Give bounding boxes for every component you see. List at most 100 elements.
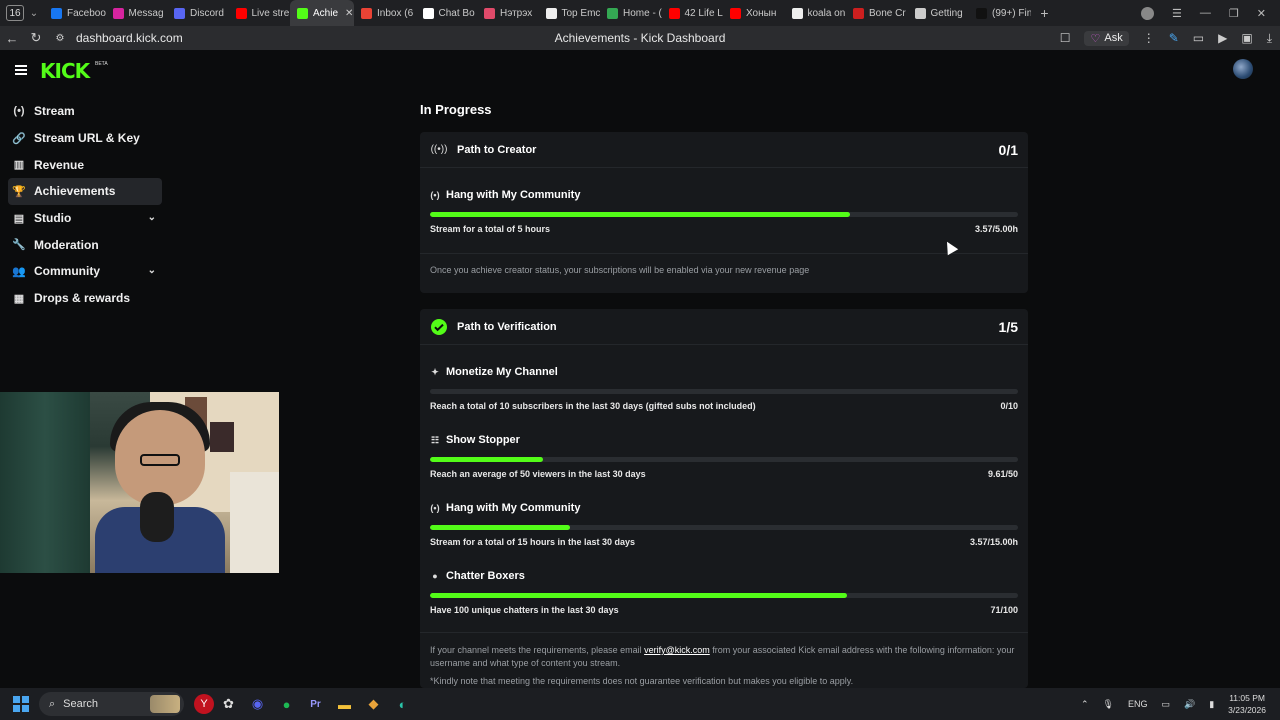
browser-tab[interactable]: Chat Bo [416,0,478,26]
back-button[interactable]: ← [0,31,24,46]
game-launcher-icon[interactable]: ◆ [359,692,388,716]
reload-button[interactable]: ↻ [24,30,48,46]
webcam-overlay [0,392,279,573]
spotify-icon[interactable]: ● [272,692,301,716]
search-icon: ⌕ [49,697,56,710]
close-window-button[interactable]: ✕ [1257,7,1266,20]
language-indicator[interactable]: ENG [1128,699,1148,709]
minimize-button[interactable]: — [1200,7,1211,19]
close-tab-icon[interactable]: ✕ [345,8,353,19]
task-progress-value: 71/100 [990,605,1018,615]
hamburger-menu-icon[interactable] [15,65,27,75]
browser-tab-label: Bone Cr [869,7,906,19]
discord-icon[interactable]: ◉ [243,692,272,716]
bookmark-icon[interactable]: ☐ [1060,31,1071,45]
taskbar-search[interactable]: ⌕ Search [39,692,184,716]
sidebar-item-stream[interactable]: (•) Stream [8,98,162,125]
start-button[interactable] [13,696,29,712]
browser-tab-label: Нэтрэх [500,7,533,19]
browser-tab-label: Top Emc [561,7,601,19]
new-tab-button[interactable]: + [1037,5,1053,21]
more-options-icon[interactable]: ⋮ [1143,31,1155,45]
url-field[interactable]: dashboard.kick.com [76,31,183,45]
browser-tab[interactable]: Top Emc [539,0,601,26]
browser-tab[interactable]: koala on [785,0,847,26]
verification-task: ☷ Show Stopper Reach an average of 50 view… [420,430,1028,479]
creator-task-desc: Stream for a total of 5 hours [430,224,551,234]
verification-disclaimer: *Kindly note that meeting the requiremen… [430,676,854,686]
task-progress-value: 0/10 [1000,401,1018,411]
sidebar-item-label: Stream [34,104,75,119]
browser-tab-label: Хонын [746,7,777,19]
sidebar-item-label: Moderation [34,237,99,252]
chevron-down-icon[interactable]: ⌄ [148,212,156,223]
chevron-down-icon[interactable]: ⌄ [148,265,156,276]
tray-overflow-icon[interactable]: ⌃ [1081,699,1089,710]
browser-tab[interactable]: Нэтрэх [477,0,539,26]
browser-tab-label: koala on [807,7,846,19]
sidebar-item-community[interactable]: 👥 Community ⌄ [8,258,162,285]
browser-tab[interactable]: Achie ✕ [290,0,354,26]
tab-count-badge[interactable]: 16 [6,5,24,21]
edge-icon[interactable]: ◐ [388,692,417,716]
network-icon[interactable]: ▭ [1161,699,1170,710]
restore-button[interactable]: ❐ [1229,7,1239,20]
favicon-icon [484,7,495,19]
browser-tab-label: Achie [313,7,339,19]
volume-icon[interactable]: 🔊 [1184,699,1195,710]
browser-tab[interactable]: Хонын [723,0,785,26]
tab-menu-chevron-icon[interactable]: ⌄ [24,8,44,19]
battery-icon[interactable]: ▮ [1209,699,1214,710]
microphone-icon[interactable]: 🎙 [1103,699,1114,710]
translate-icon[interactable]: ✎ [1169,31,1179,45]
task-progress-bar [430,457,1018,462]
browser-tab[interactable]: Inbox (6 [354,0,416,26]
path-to-verification-card: Path to Verification 1/5 ✦ Monetize My Ch… [420,309,1028,688]
sidebar-item-achievements[interactable]: 🏆 Achievements [8,178,162,205]
ask-button[interactable]: ♡ Ask [1084,30,1129,46]
verification-card-header: Path to Verification 1/5 [420,309,1028,345]
browser-tab[interactable]: Getting [908,0,970,26]
progress-fill [430,212,850,217]
browser-tab[interactable]: Home - ( [600,0,662,26]
favicon-icon [791,7,803,19]
browser-tab[interactable]: (99+) Fin [969,0,1031,26]
premiere-icon[interactable]: Pr [301,692,330,716]
chatgpt-icon[interactable]: ✿ [214,692,243,716]
sidebar-item-studio[interactable]: ▤ Studio ⌄ [8,205,162,232]
sidebar-item-revenue[interactable]: ▥ Revenue [8,151,162,178]
verify-email-link[interactable]: verify@kick.com [644,645,710,655]
site-info-icon[interactable]: ⚙ [48,33,72,44]
task-title: Monetize My Channel [446,366,558,378]
browser-tab[interactable]: 42 Life L [662,0,724,26]
sidebar-item-drops-rewards[interactable]: ▦ Drops & rewards [8,285,162,312]
downloads-icon[interactable]: ⤓ [1267,31,1272,46]
extensions-icon[interactable]: ▣ [1241,31,1252,45]
kick-logo[interactable]: KICK [40,59,90,83]
menu-icon[interactable]: ☰ [1172,7,1182,20]
avatar[interactable] [1233,59,1253,79]
favicon-icon [545,7,557,19]
favicon-icon [730,7,741,19]
sidebar-item-stream-url-key[interactable]: 🔗 Stream URL & Key [8,125,162,152]
search-highlight-image [150,695,180,713]
creator-task: (•) Hang with My Community Stream for a t… [420,168,1028,234]
browser-tab-label: (99+) Fin [992,7,1031,19]
profile-icon[interactable] [1141,6,1155,20]
progress-fill [430,525,570,530]
media-icon[interactable]: ▶ [1218,31,1227,45]
favicon-icon [914,7,926,19]
collections-icon[interactable]: ▭ [1193,31,1204,45]
creator-task-title: Hang with My Community [446,189,581,201]
browser-tab[interactable]: Discord [167,0,229,26]
browser-tab[interactable]: Live stre [229,0,291,26]
browser-tab[interactable]: Messag [106,0,168,26]
file-explorer-icon[interactable]: ▬ [330,692,359,716]
browser-tab[interactable]: Bone Cr [846,0,908,26]
yandex-browser-icon[interactable]: Y [194,694,214,714]
sidebar-nav: (•) Stream 🔗 Stream URL & Key ▥ Revenue 🏆 Achie… [8,98,162,312]
taskbar-clock[interactable]: 11:05 PM 3/23/2026 [1228,692,1266,716]
browser-tab[interactable]: Faceboo [44,0,106,26]
verification-task: ● Chatter Boxers Have 100 unique chatters … [420,566,1028,615]
sidebar-item-moderation[interactable]: 🔧 Moderation [8,231,162,258]
